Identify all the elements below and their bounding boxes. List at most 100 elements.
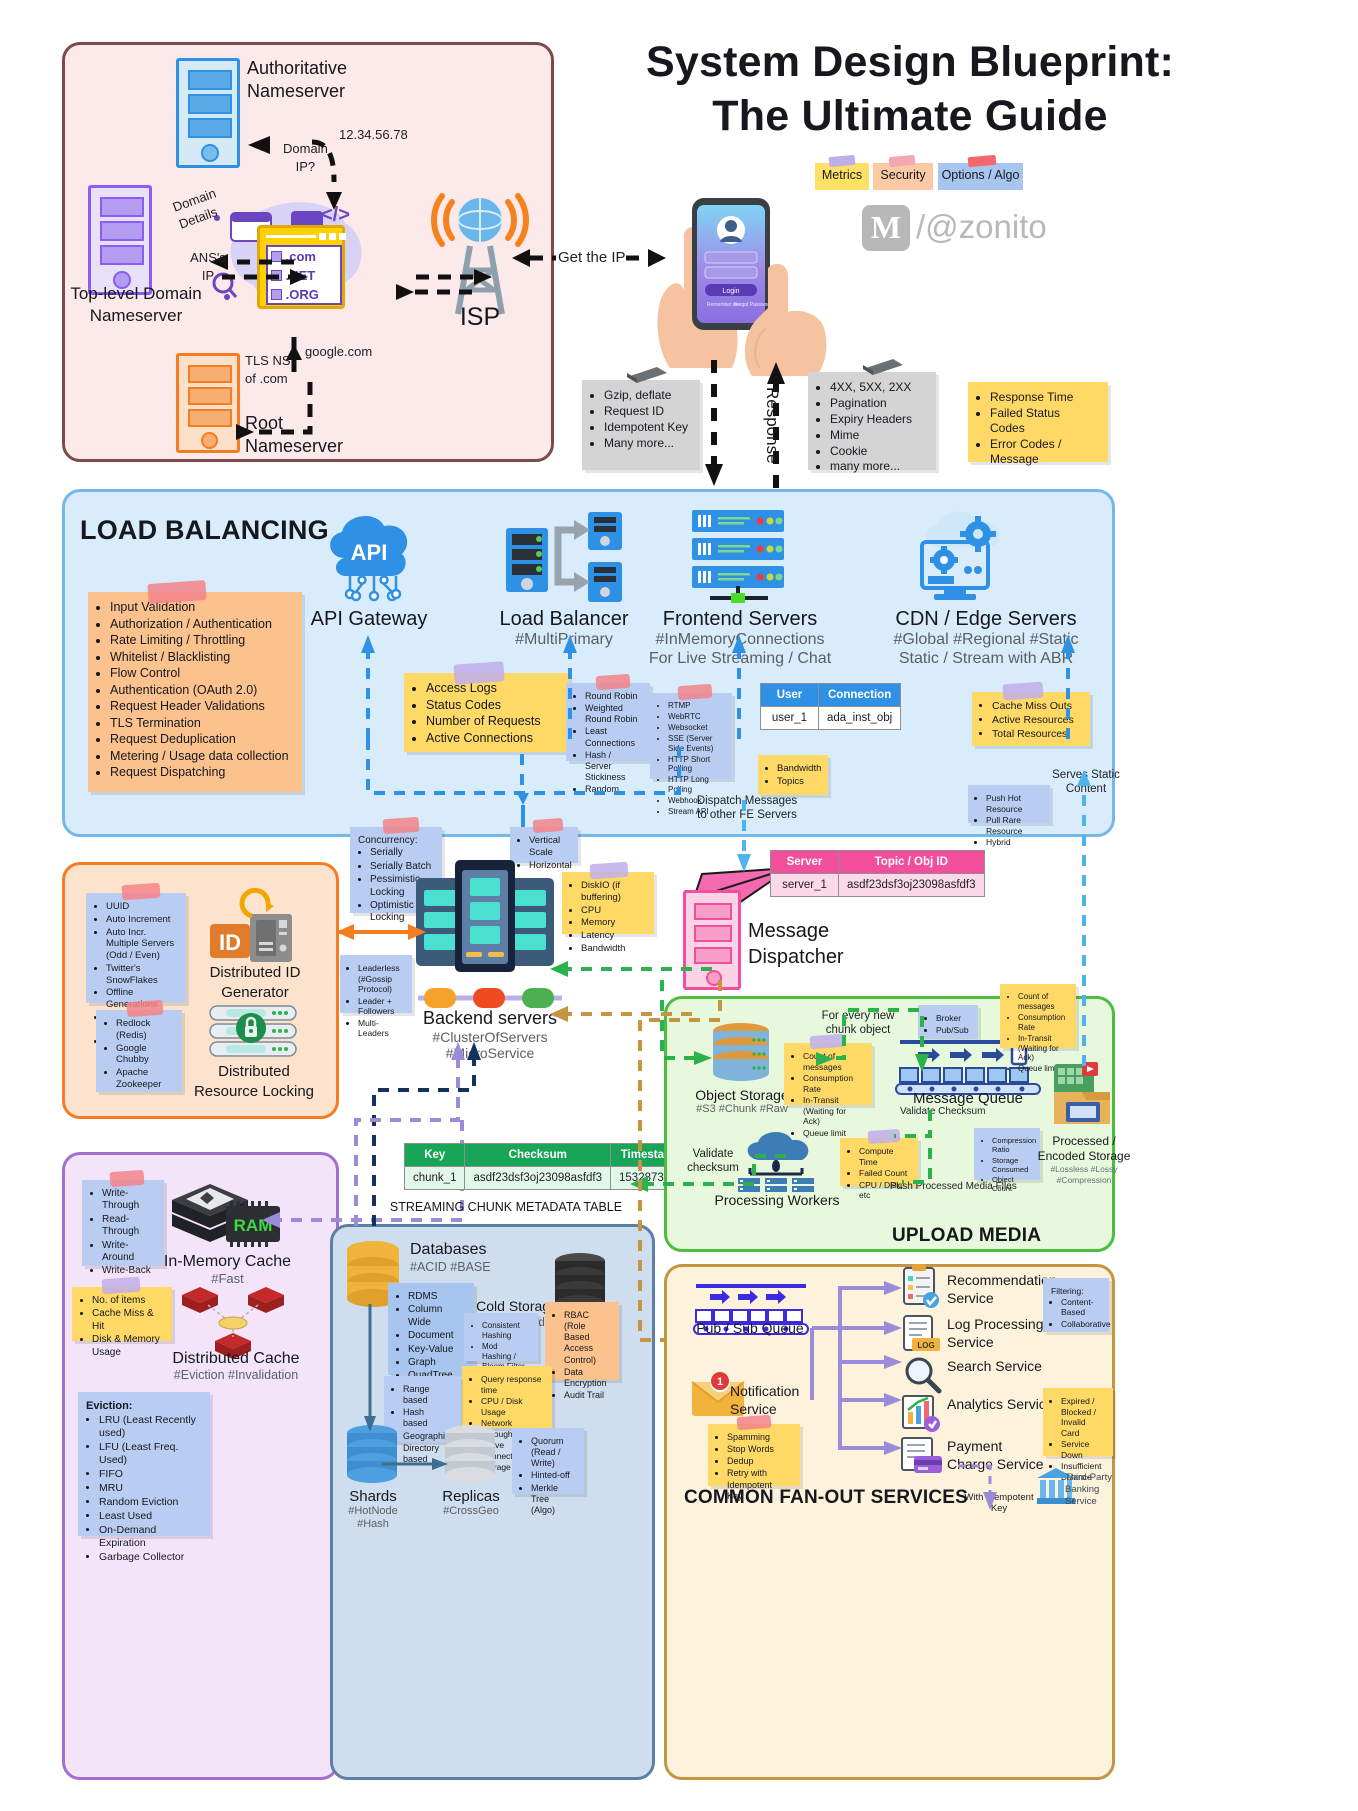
legend-chip-security-label: Security xyxy=(880,168,926,182)
message-dispatcher-table: Server Topic / Obj ID server_1 asdf23dsf… xyxy=(770,850,985,897)
legend-chip-options: Options / Algo xyxy=(938,154,1023,190)
cache-strategy-item: Write-Around xyxy=(102,1240,154,1265)
scale-item: Vertical Scale xyxy=(529,835,568,859)
eviction-item: LRU (Least Recently used) xyxy=(99,1414,200,1440)
uid-strategy-item: Twitter's SnowFlakes xyxy=(106,963,176,987)
message-dispatcher-table-header: Topic / Obj ID xyxy=(838,850,985,874)
leader-topology-item: Leader + Followers xyxy=(358,996,402,1017)
backend-metrics-tape xyxy=(589,861,629,880)
request-note-item: Gzip, deflate xyxy=(604,388,690,403)
response-metrics-item: Error Codes / Message xyxy=(990,437,1098,467)
cache-strategy-tape xyxy=(109,1169,145,1188)
annotation-ans-ip-l1: ANS's xyxy=(190,250,226,265)
fanout-flow-arrows xyxy=(810,1281,997,1510)
message-dispatcher-label-l1: Message xyxy=(748,920,830,942)
distributed-lock-item: Redlock (Redis) xyxy=(116,1018,172,1042)
request-note-clip xyxy=(623,365,669,385)
cache-metric: No. of items xyxy=(92,1295,162,1307)
backend-metric: Latency xyxy=(581,930,644,942)
eviction-item: Least Used xyxy=(99,1510,200,1523)
svg-text:Login: Login xyxy=(722,288,739,295)
id-generator-connector xyxy=(336,924,426,940)
in-memory-cache-name: In-Memory Cache xyxy=(163,1253,292,1270)
id-badge-text: ID xyxy=(219,930,241,955)
response-note-item: Expiry Headers xyxy=(830,412,926,427)
page-title-line1: System Design Blueprint: xyxy=(645,38,1175,86)
response-note: 4XX, 5XX, 2XX Pagination Expiry Headers … xyxy=(808,359,936,473)
annotation-tls-ns: TLS NS of .com xyxy=(245,352,291,387)
distributed-lock-label-l2: Resource Locking xyxy=(193,1082,315,1100)
annotation-domain-ip-l1: Domain xyxy=(283,141,328,156)
backend-metric: DiskIO (if buffering) xyxy=(581,880,644,904)
hands-phone-illustration: Login Remember me Forgot Password xyxy=(657,198,827,376)
annotation-google-domain: google.com xyxy=(305,344,373,359)
annotation-domain-ip: Domain IP? xyxy=(283,140,328,175)
request-note: Gzip, deflate Request ID Idempotent Key … xyxy=(582,367,700,470)
scale-tape xyxy=(532,817,564,834)
backend-metrics-list: DiskIO (if buffering) CPU Memory Latency… xyxy=(570,880,644,955)
legend-chip-security-tape xyxy=(888,154,916,168)
dns-arrows xyxy=(210,136,492,440)
legend-chip-security: Security xyxy=(873,154,933,190)
page-title: System Design Blueprint: The Ultimate Gu… xyxy=(600,36,1220,144)
backend-metric: Memory xyxy=(581,917,644,929)
distributed-cache-label: Distributed Cache #Eviction #Invalidatio… xyxy=(148,1350,324,1383)
backend-metrics-note: DiskIO (if buffering) CPU Memory Latency… xyxy=(562,861,654,954)
leader-topology-note: Leaderless (#Gossip Protocol) Leader + F… xyxy=(340,955,412,1038)
request-note-item: Request ID xyxy=(604,404,690,419)
distributed-resource-locking-label: Distributed Resource Locking xyxy=(178,1062,330,1101)
annotation-ans-ip: ANS's IP xyxy=(185,249,231,284)
cache-strategy-list: Write-Through Read-Through Write-Around … xyxy=(90,1188,154,1278)
frontend-dispatcher-connector xyxy=(737,800,751,872)
response-note-item: Pagination xyxy=(830,396,926,411)
eviction-item: LFU (Least Freq. Used) xyxy=(99,1441,200,1467)
leader-topology-item: Leaderless (#Gossip Protocol) xyxy=(358,963,402,995)
distributed-cache-name: Distributed Cache xyxy=(172,1350,300,1367)
message-dispatcher-table-header: Server xyxy=(770,850,839,874)
distributed-lock-tape xyxy=(126,999,164,1018)
distributed-lock-item: Google Chubby xyxy=(116,1043,172,1067)
cdn-processed-connector xyxy=(1077,770,1091,1066)
message-dispatcher-cell: server_1 xyxy=(770,873,839,897)
leader-topology-list: Leaderless (#Gossip Protocol) Leader + F… xyxy=(348,963,402,1039)
table-row: server_1 asdf23dsf3oj23098asfdf3 xyxy=(770,873,985,897)
eviction-item: Random Eviction xyxy=(99,1496,200,1509)
cache-strategy-item: Read-Through xyxy=(102,1214,154,1239)
response-metrics-item: Failed Status Codes xyxy=(990,406,1098,436)
cache-strategy-note: Write-Through Read-Through Write-Around … xyxy=(82,1169,164,1276)
eviction-title: Eviction: xyxy=(86,1400,133,1412)
backend-upload-connector xyxy=(550,1006,692,1022)
cache-strategy-item: Write-Through xyxy=(102,1188,154,1213)
brand-handle: /@zonito xyxy=(916,208,1047,245)
eviction-item: MRU xyxy=(99,1482,200,1495)
backend-servers-icon xyxy=(416,860,554,972)
uid-strategy-item: Auto Increment xyxy=(106,914,176,926)
distributed-id-generator-icon: ID xyxy=(210,887,292,962)
request-note-list: Gzip, deflate Request ID Idempotent Key … xyxy=(590,388,690,451)
backend-metric: Bandwidth xyxy=(581,943,644,955)
dispatcher-backend-connector xyxy=(550,961,712,977)
response-note-item: 4XX, 5XX, 2XX xyxy=(830,380,926,395)
uid-strategy-tape xyxy=(121,882,161,901)
distributed-resource-locking-icon xyxy=(209,1005,297,1057)
response-note-item: Mime xyxy=(830,428,926,443)
distributed-id-label-l2: Generator xyxy=(221,983,289,1001)
request-note-item: Many more... xyxy=(604,436,690,451)
databases-internal-arrows xyxy=(364,1304,448,1470)
svg-text:Forgot Password: Forgot Password xyxy=(734,302,772,308)
backend-cache-connector xyxy=(354,1042,465,1226)
notification-rules-tape xyxy=(737,1414,772,1431)
response-note-clip xyxy=(859,357,905,377)
annotation-ip-value: 12.34.56.78 xyxy=(339,127,408,142)
concurrency-tape xyxy=(382,816,420,835)
distributed-id-generator-label: Distributed ID Generator xyxy=(192,963,318,1002)
distributed-lock-label-l1: Distributed xyxy=(218,1063,290,1080)
response-metrics-item: Response Time xyxy=(990,390,1098,405)
annotation-tls-ns-l2: of .com xyxy=(245,370,288,386)
eviction-item: Garbage Collector xyxy=(99,1551,200,1564)
page-title-line2: The Ultimate Guide xyxy=(712,91,1108,140)
message-dispatcher-cell: asdf23dsf3oj23098asfdf3 xyxy=(838,873,985,897)
backend-metric: CPU xyxy=(581,905,644,917)
request-note-item: Idempotent Key xyxy=(604,420,690,435)
annotation-domain-ip-l2: IP? xyxy=(295,158,316,174)
